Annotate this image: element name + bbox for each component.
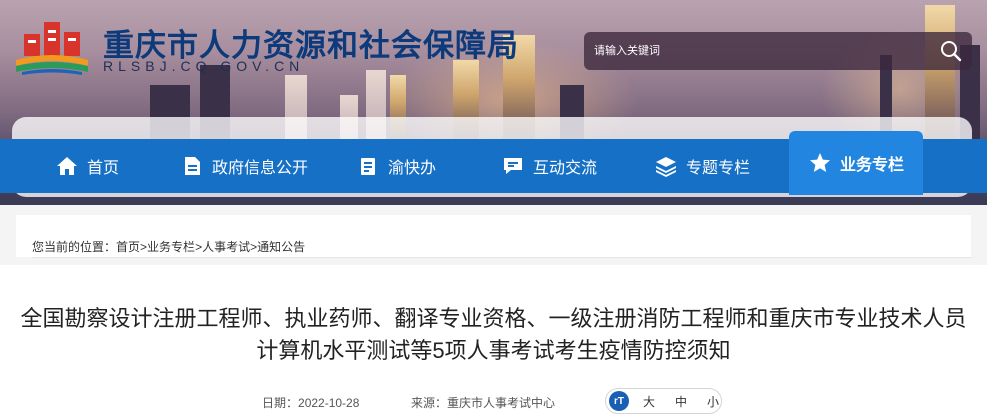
nav-item-label: 首页 — [87, 160, 120, 177]
article-meta: 日期：2022-10-28 来源：重庆市人事考试中心 rT 大 中 小 — [0, 388, 987, 414]
nav-item-business[interactable]: 业务专栏 — [789, 131, 923, 195]
nav-item-home[interactable]: 首页 — [56, 139, 119, 193]
breadcrumb-link-notices[interactable]: 通知公告 — [257, 240, 305, 254]
nav-item-label: 专题专栏 — [686, 160, 751, 177]
nav-item-topics[interactable]: 专题专栏 — [655, 139, 750, 193]
clipboard-icon — [361, 158, 375, 175]
article-date: 日期：2022-10-28 — [262, 394, 359, 411]
article-source: 来源：重庆市人事考试中心 — [411, 394, 555, 411]
nav-item-label: 政府信息公开 — [212, 160, 309, 177]
layers-icon — [656, 157, 676, 177]
site-domain: RLSBJ.CQ.GOV.CN — [103, 58, 305, 74]
nav-item-interaction[interactable]: 互动交流 — [502, 139, 597, 193]
nav-item-label: 业务专栏 — [839, 157, 904, 174]
source-label: 来源： — [411, 396, 448, 410]
nav-item-government-info[interactable]: 政府信息公开 — [181, 139, 308, 193]
font-size-large-button[interactable]: 大 — [643, 393, 655, 410]
breadcrumb-prefix: 您当前的位置： — [32, 240, 117, 254]
document-icon — [185, 157, 200, 175]
nav-item-label: 互动交流 — [533, 160, 598, 177]
breadcrumb-link-exams[interactable]: 人事考试 — [202, 240, 250, 254]
font-size-small-button[interactable]: 小 — [707, 393, 719, 410]
breadcrumb-link-home[interactable]: 首页 — [116, 240, 140, 254]
breadcrumb-separator: > — [140, 240, 148, 254]
nav-item-label: 渝快办 — [388, 160, 437, 177]
search-box — [584, 32, 972, 70]
font-size-icon: rT — [609, 391, 629, 411]
date-value: 2022-10-28 — [298, 396, 360, 410]
font-size-medium-button[interactable]: 中 — [675, 393, 687, 410]
breadcrumb-area: 您当前的位置：首页>业务专栏>人事考试>通知公告 — [0, 205, 987, 265]
nav-item-yukuaiban[interactable]: 渝快办 — [357, 139, 436, 193]
breadcrumb: 您当前的位置：首页>业务专栏>人事考试>通知公告 — [32, 238, 305, 255]
home-icon — [57, 157, 77, 175]
chat-icon — [504, 158, 522, 174]
logo-emblem — [16, 22, 88, 75]
divider — [32, 257, 972, 258]
date-label: 日期： — [262, 396, 299, 410]
font-size-control: rT 大 中 小 — [605, 388, 722, 414]
star-icon — [809, 153, 830, 172]
search-input[interactable] — [584, 32, 924, 70]
search-icon[interactable] — [940, 40, 962, 62]
breadcrumb-link-business[interactable]: 业务专栏 — [147, 240, 195, 254]
source-value: 重庆市人事考试中心 — [447, 396, 556, 410]
article-title: 全国勘察设计注册工程师、执业药师、翻译专业资格、一级注册消防工程师和重庆市专业技… — [20, 306, 967, 363]
breadcrumb-panel: 您当前的位置：首页>业务专栏>人事考试>通知公告 — [16, 215, 972, 258]
